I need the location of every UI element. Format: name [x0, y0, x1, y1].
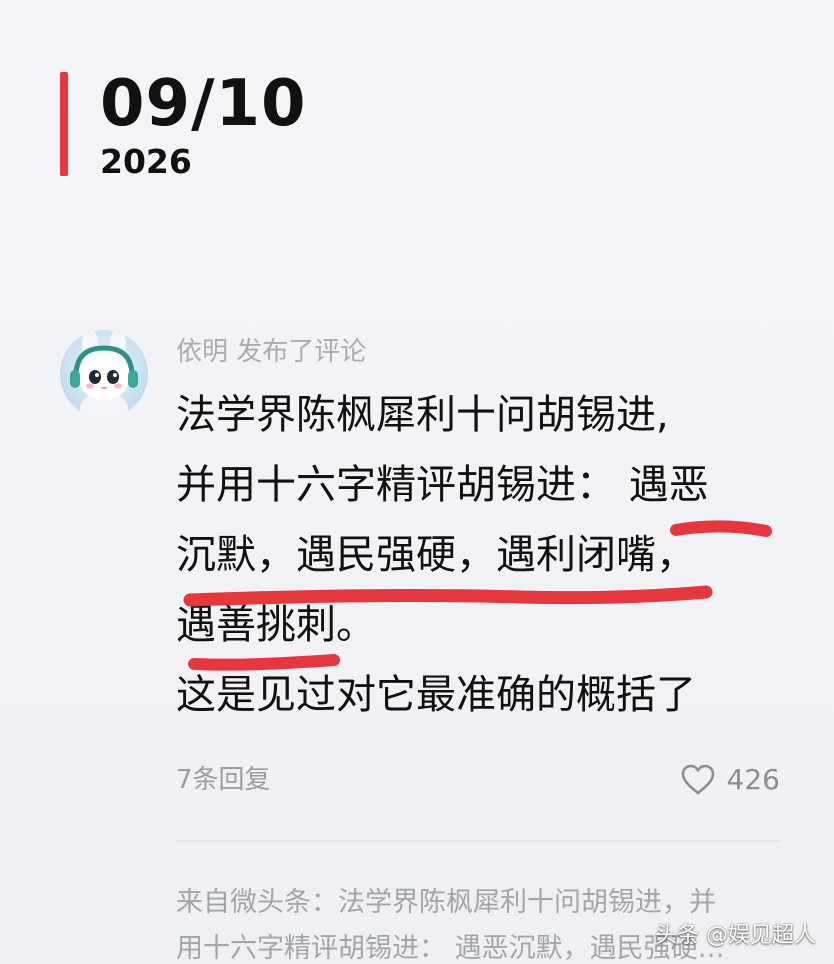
avatar[interactable]: [60, 330, 148, 418]
divider: [176, 840, 780, 842]
comment-line-4: 遇善挑刺。: [176, 602, 376, 648]
like-count: 426: [726, 763, 780, 796]
source-line-1: 来自微头条：法学界陈枫犀利十问胡锡进，并: [176, 887, 716, 918]
heart-outline-icon: [681, 764, 715, 796]
comment-footer: 7条回复 426: [176, 756, 780, 804]
like-button[interactable]: 426: [681, 760, 780, 800]
date-day-month: 09/10: [100, 67, 307, 141]
screenshot-page: 09/10 2026 依明 发布了评论 法学界陈枫犀利十问胡锡进, 并用十六字精…: [0, 0, 834, 964]
comment-line-3: 沉默，遇民强硬，遇利闭嘴，: [176, 532, 696, 578]
date-year: 2026: [100, 142, 192, 181]
date-accent-bar: [60, 72, 68, 176]
date-header: 09/10 2026: [60, 67, 380, 181]
comment-card: 依明 发布了评论 法学界陈枫犀利十问胡锡进, 并用十六字精评胡锡进： 遇恶 沉默…: [176, 332, 796, 730]
comment-author-line[interactable]: 依明 发布了评论: [176, 332, 796, 374]
cartoon-bunny-avatar-icon: [60, 330, 148, 418]
comment-line-1: 法学界陈枫犀利十问胡锡进,: [176, 392, 669, 438]
comment-line-5: 这是见过对它最准确的概括了: [176, 672, 696, 718]
comment-body: 法学界陈枫犀利十问胡锡进, 并用十六字精评胡锡进： 遇恶 沉默，遇民强硬，遇利闭…: [176, 380, 796, 730]
reply-count-link[interactable]: 7条回复: [176, 762, 271, 798]
watermark: 头条 @娱见超人: [655, 923, 816, 948]
comment-line-2: 并用十六字精评胡锡进： 遇恶: [176, 462, 709, 508]
